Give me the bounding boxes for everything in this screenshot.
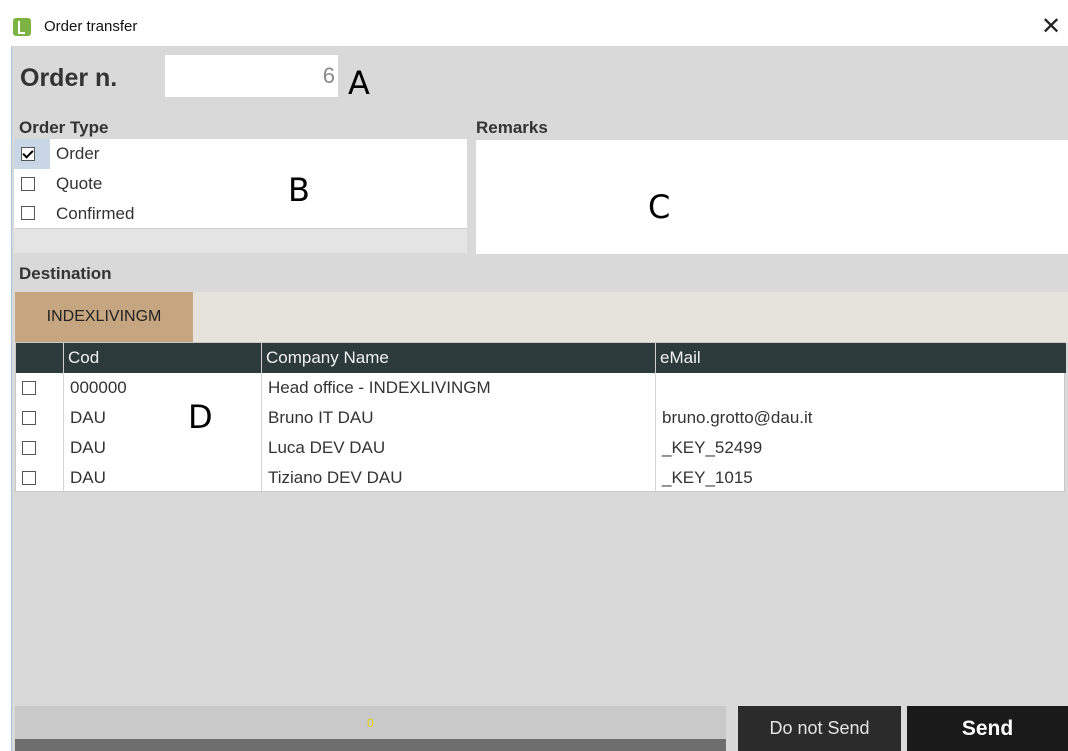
marker-c: C	[648, 188, 671, 226]
progress-bar: 0	[15, 706, 726, 751]
header-cod[interactable]: Cod	[63, 343, 261, 373]
header-company-name[interactable]: Company Name	[261, 343, 655, 373]
checkbox-cell	[14, 199, 50, 229]
option-label: Confirmed	[56, 204, 135, 223]
destination-grid: Cod Company Name eMail 000000 Head offic…	[15, 342, 1066, 493]
table-row[interactable]: DAU Luca DEV DAU _KEY_52499	[16, 433, 1066, 463]
row-select-cell	[16, 433, 63, 463]
order-type-box: Order Quote Confirmed	[14, 139, 467, 253]
order-number-label: Order n.	[20, 64, 118, 92]
header-email[interactable]: eMail	[655, 343, 1066, 373]
row-checkbox[interactable]	[22, 471, 36, 485]
checkbox-cell	[14, 139, 50, 169]
row-select-cell	[16, 373, 63, 403]
company-cell: Head office - INDEXLIVINGM	[261, 373, 655, 403]
window-title: Order transfer	[44, 18, 138, 35]
tab-indexlivingm[interactable]: INDEXLIVINGM	[15, 292, 193, 342]
do-not-send-button[interactable]: Do not Send	[738, 706, 901, 751]
title-bar: Order transfer ✕	[0, 0, 1068, 46]
order-type-option-confirmed[interactable]: Confirmed	[14, 199, 467, 229]
option-label: Order	[56, 144, 100, 163]
content-panel: Order n. A Order Type Order Quote	[12, 46, 1068, 751]
row-checkbox[interactable]	[22, 411, 36, 425]
cod-cell: DAU	[63, 463, 261, 493]
table-row[interactable]: 000000 Head office - INDEXLIVINGM	[16, 373, 1066, 403]
row-select-cell	[16, 403, 63, 433]
marker-b: B	[288, 171, 310, 209]
cod-cell: DAU	[63, 433, 261, 463]
grid-header: Cod Company Name eMail	[16, 343, 1066, 373]
marker-a: A	[348, 64, 370, 102]
option-label: Quote	[56, 174, 103, 193]
row-select-cell	[16, 463, 63, 493]
order-type-option-order[interactable]: Order	[14, 139, 467, 169]
progress-track	[15, 739, 726, 751]
order-type-list: Order Quote Confirmed	[14, 139, 467, 229]
cod-cell: DAU	[63, 403, 261, 433]
company-cell: Tiziano DEV DAU	[261, 463, 655, 493]
email-cell: _KEY_1015	[655, 463, 1066, 493]
destination-label: Destination	[19, 264, 112, 283]
marker-d: D	[188, 398, 213, 436]
order-type-label: Order Type	[19, 118, 109, 137]
app-icon	[13, 18, 31, 36]
table-row[interactable]: DAU Bruno IT DAU bruno.grotto@dau.it	[16, 403, 1066, 433]
header-select	[16, 343, 63, 373]
checkbox-cell	[14, 169, 50, 199]
send-button[interactable]: Send	[907, 706, 1068, 751]
cod-cell: 000000	[63, 373, 261, 403]
order-checkbox[interactable]	[21, 147, 35, 161]
company-cell: Bruno IT DAU	[261, 403, 655, 433]
row-checkbox[interactable]	[22, 381, 36, 395]
email-cell	[655, 373, 1066, 403]
window-left-edge	[0, 46, 12, 751]
order-number-input[interactable]	[165, 55, 338, 97]
email-cell: _KEY_52499	[655, 433, 1066, 463]
progress-value: 0	[367, 716, 374, 730]
order-transfer-window: Order transfer ✕ Order n. A Order Type O…	[0, 0, 1068, 751]
quote-checkbox[interactable]	[21, 177, 35, 191]
order-type-option-quote[interactable]: Quote	[14, 169, 467, 199]
row-checkbox[interactable]	[22, 441, 36, 455]
company-cell: Luca DEV DAU	[261, 433, 655, 463]
remarks-label: Remarks	[476, 118, 548, 137]
email-cell: bruno.grotto@dau.it	[655, 403, 1066, 433]
close-icon[interactable]: ✕	[1036, 12, 1066, 42]
remarks-textarea[interactable]	[476, 140, 1068, 254]
table-row[interactable]: DAU Tiziano DEV DAU _KEY_1015	[16, 463, 1066, 493]
destination-tabstrip: INDEXLIVINGM	[15, 292, 1068, 342]
confirmed-checkbox[interactable]	[21, 206, 35, 220]
